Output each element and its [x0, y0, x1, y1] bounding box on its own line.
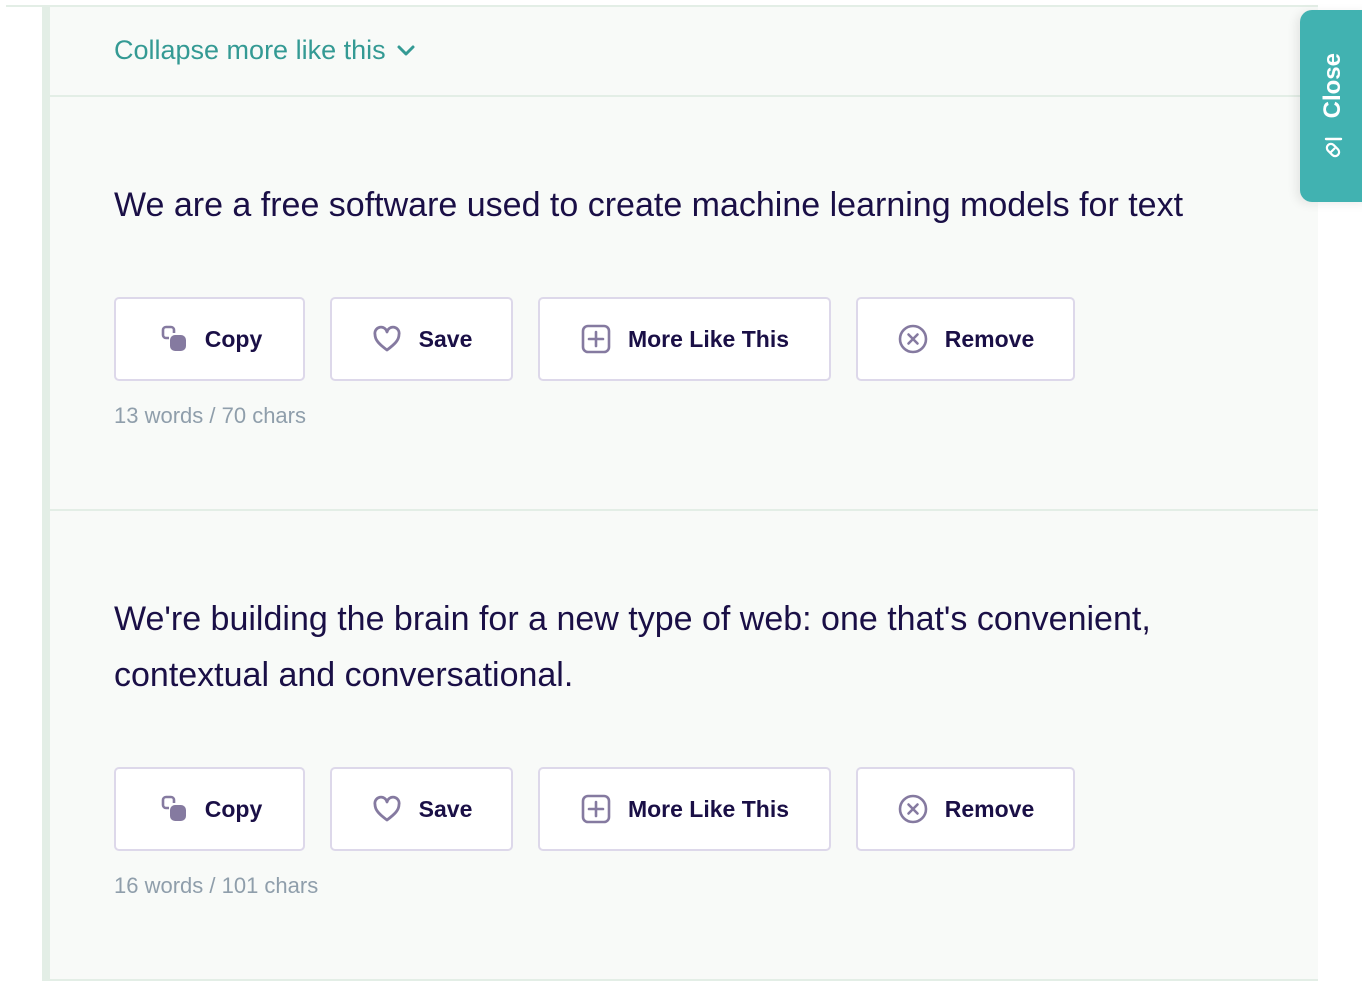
heart-icon	[373, 795, 401, 822]
result-text: We're building the brain for a new type …	[114, 600, 1151, 694]
more-like-this-button[interactable]: More Like This	[538, 297, 831, 381]
more-like-this-label: More Like This	[627, 795, 790, 822]
pencil-icon	[1324, 137, 1343, 158]
copy-button[interactable]: Copy	[114, 297, 305, 381]
results-panel: Collapse more like this We are a free so…	[42, 7, 1318, 981]
collapse-more-like-this-link[interactable]: Collapse more like this	[114, 35, 416, 66]
remove-button[interactable]: Remove	[856, 297, 1075, 381]
plus-square-icon	[581, 794, 611, 824]
remove-label: Remove	[944, 325, 1035, 352]
save-button[interactable]: Save	[330, 767, 513, 851]
heart-icon	[373, 325, 401, 352]
result-text: We are a free software used to create ma…	[114, 186, 1184, 224]
chevron-down-icon	[397, 45, 415, 55]
collapse-row: Collapse more like this	[50, 7, 1318, 97]
plus-square-icon	[581, 324, 611, 354]
remove-label: Remove	[944, 795, 1035, 822]
save-label: Save	[418, 325, 473, 352]
x-circle-icon	[898, 794, 928, 824]
save-button[interactable]: Save	[330, 297, 513, 381]
more-like-this-button[interactable]: More Like This	[538, 767, 831, 851]
close-side-tab[interactable]: Close	[1300, 10, 1362, 202]
more-like-this-label: More Like This	[627, 325, 790, 352]
word-char-count: 16 words / 101 chars	[114, 873, 319, 898]
result-card: We are a free software used to create ma…	[50, 97, 1318, 511]
copy-icon	[161, 325, 186, 351]
result-card: We're building the brain for a new type …	[50, 511, 1318, 981]
word-char-count: 13 words / 70 chars	[114, 403, 306, 428]
close-label: Close	[1319, 52, 1346, 118]
action-buttons: Copy Save More Like This Remove	[114, 767, 1075, 851]
copy-icon	[161, 795, 186, 821]
collapse-label: Collapse more like this	[114, 35, 386, 65]
remove-button[interactable]: Remove	[856, 767, 1075, 851]
copy-button[interactable]: Copy	[114, 767, 305, 851]
copy-label: Copy	[204, 325, 263, 352]
copy-label: Copy	[204, 795, 263, 822]
action-buttons: Copy Save More Like This Remove	[114, 297, 1075, 381]
close-tab-content: Close	[1318, 50, 1348, 160]
x-circle-icon	[898, 324, 928, 354]
save-label: Save	[418, 795, 473, 822]
